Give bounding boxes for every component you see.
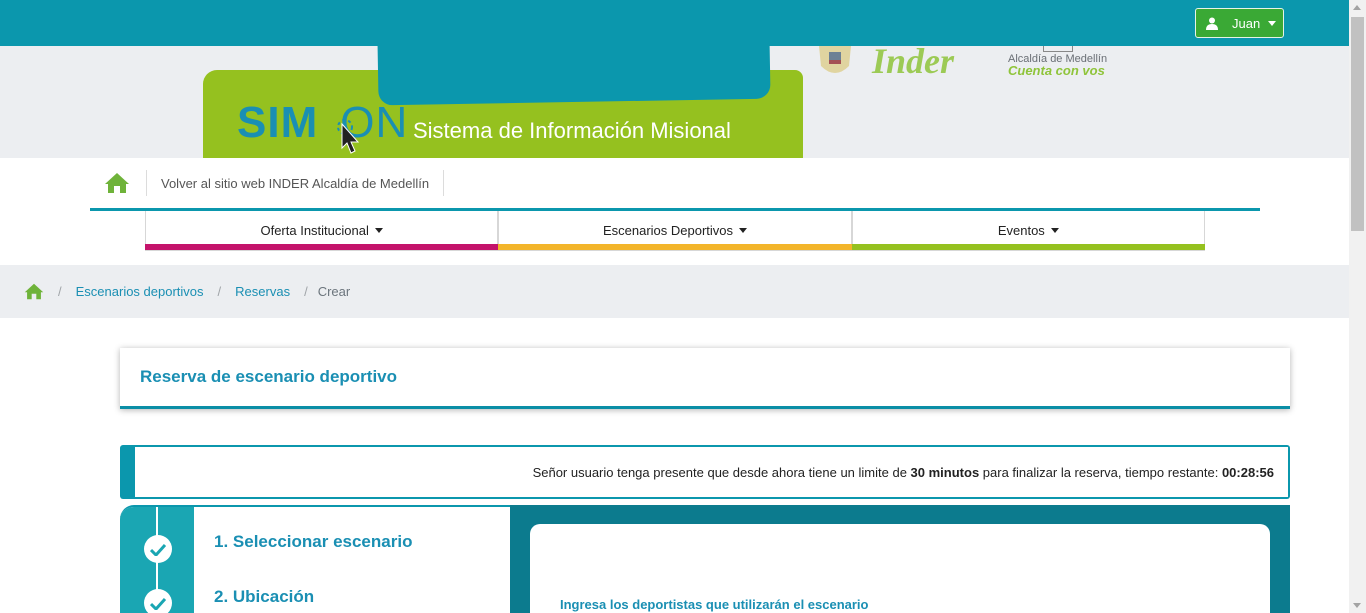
scrollbar-thumb[interactable] — [1351, 17, 1364, 231]
cursor-icon — [337, 119, 360, 154]
menu-oferta-institucional[interactable]: Oferta Institucional — [145, 211, 499, 251]
menu-eventos[interactable]: Eventos — [851, 211, 1205, 251]
breadcrumb-reservas[interactable]: Reservas — [235, 284, 290, 299]
check-icon — [144, 589, 172, 613]
home-icon[interactable] — [104, 172, 130, 194]
steps-panel: 1. Seleccionar escenario 2. Ubicación — [120, 505, 510, 613]
caret-down-icon — [1050, 228, 1059, 233]
step-seleccionar-escenario[interactable]: 1. Seleccionar escenario — [214, 532, 412, 552]
notice-body: Señor usuario tenga presente que desde a… — [135, 447, 1288, 497]
back-to-inder-link[interactable]: Volver al sitio web INDER Alcaldía de Me… — [161, 176, 429, 191]
site-link-container: Volver al sitio web INDER Alcaldía de Me… — [146, 170, 445, 196]
menu-escenarios-deportivos[interactable]: Escenarios Deportivos — [498, 211, 852, 251]
page-title-card: Reserva de escenario deportivo — [120, 348, 1290, 409]
banner-teal-panel — [377, 46, 771, 106]
check-icon — [144, 535, 172, 563]
menu-color-bar — [145, 244, 499, 250]
menu-label: Oferta Institucional — [260, 223, 369, 238]
breadcrumb-home-icon[interactable] — [24, 283, 44, 300]
page-title: Reserva de escenario deportivo — [140, 367, 398, 386]
alcaldia-building-icon — [1043, 46, 1073, 52]
menu-color-bar — [851, 244, 1205, 250]
chevron-down-icon — [1268, 20, 1277, 26]
breadcrumb-escenarios[interactable]: Escenarios deportivos — [76, 284, 204, 299]
header-banner: SIM ON Sistema de Información Misional In… — [0, 46, 1349, 158]
form-heading: Ingresa los deportistas que utilizarán e… — [560, 597, 869, 612]
colombia-seal-icon — [819, 46, 851, 73]
time-limit-notice: Señor usuario tenga presente que desde a… — [120, 445, 1290, 499]
simon-logo: SIM ON — [237, 98, 409, 147]
breadcrumb-separator: / — [58, 284, 62, 299]
user-name: Juan — [1232, 15, 1261, 31]
notice-remaining-time: 00:28:56 — [1221, 464, 1274, 480]
inder-logo: Inder — [872, 46, 955, 81]
scroll-up-arrow-icon[interactable] — [1353, 5, 1361, 10]
caret-down-icon — [374, 228, 383, 233]
user-icon — [1206, 17, 1218, 30]
banner-title: Sistema de Información Misional — [413, 118, 731, 143]
alcaldia-logo: Alcaldía de Medellín Cuenta con vos — [1008, 53, 1108, 78]
notice-limit: 30 minutos — [910, 464, 980, 480]
caret-down-icon — [739, 228, 748, 233]
notice-text-before: Señor usuario tenga presente que desde a… — [532, 464, 911, 480]
breadcrumb-separator: / — [217, 284, 222, 299]
menu-label: Eventos — [997, 223, 1045, 238]
menu-color-bar — [498, 244, 852, 250]
breadcrumb-current: Crear — [317, 284, 351, 299]
form-card: Ingresa los deportistas que utilizarán e… — [530, 524, 1270, 613]
scrollbar[interactable] — [1349, 0, 1366, 613]
user-menu-button[interactable]: Juan — [1195, 8, 1284, 38]
menu-label: Escenarios Deportivos — [602, 223, 734, 238]
main-menu: Oferta Institucional Escenarios Deportiv… — [145, 211, 1205, 251]
scroll-down-arrow-icon[interactable] — [1353, 603, 1361, 608]
notice-text-after: para finalizar la reserva, tiempo restan… — [979, 464, 1222, 480]
breadcrumb: / Escenarios deportivos / Reservas / Cre… — [0, 265, 1349, 318]
step-ubicacion[interactable]: 2. Ubicación — [214, 587, 314, 607]
breadcrumb-separator: / — [304, 284, 308, 299]
top-bar: Juan — [0, 0, 1349, 46]
form-panel: Ingresa los deportistas que utilizarán e… — [510, 505, 1290, 613]
